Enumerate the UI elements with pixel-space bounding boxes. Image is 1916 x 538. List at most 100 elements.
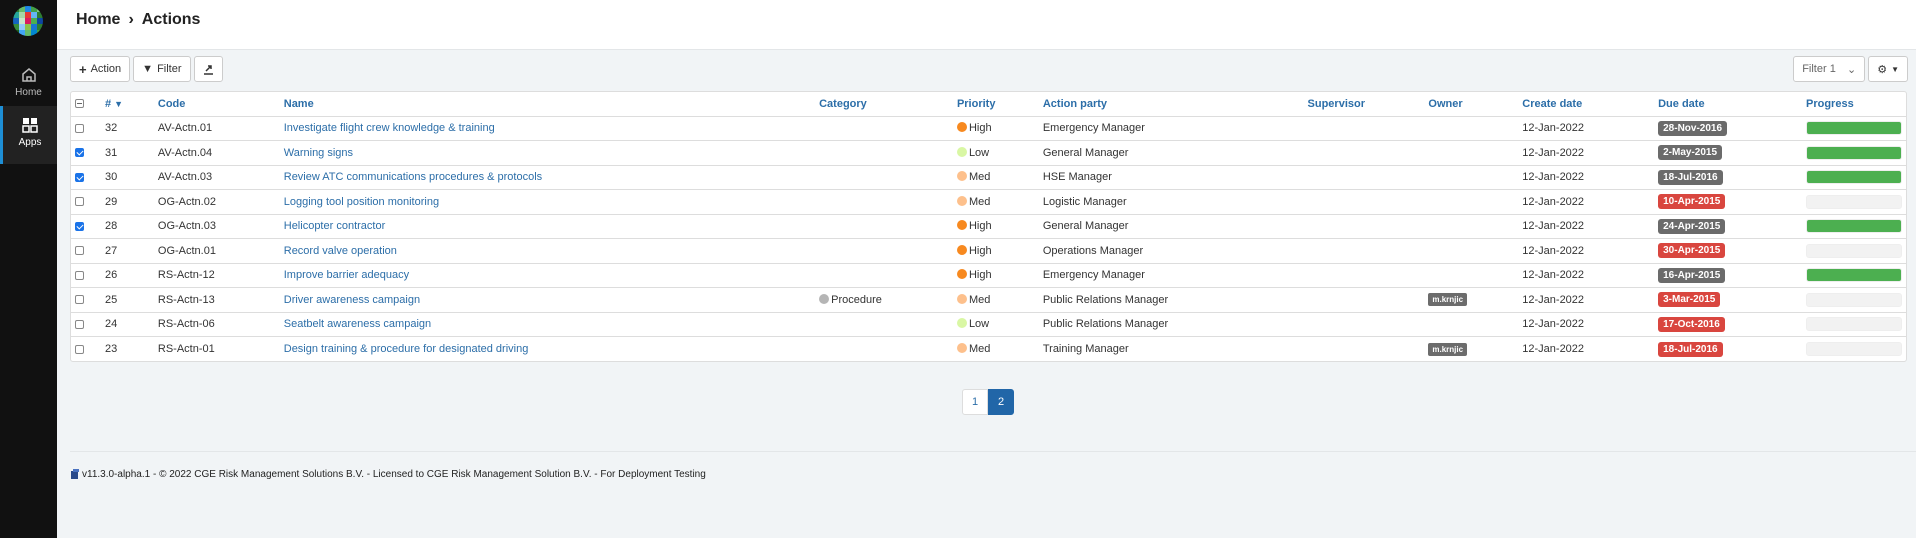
sidebar-item-apps[interactable]: Apps <box>0 106 57 164</box>
row-checkbox[interactable] <box>75 319 84 329</box>
action-supervisor <box>1303 189 1425 214</box>
action-party: Operations Manager <box>1038 238 1304 263</box>
table-row[interactable]: 31 AV-Actn.04 Warning signs Low General … <box>71 140 1906 165</box>
row-checkbox[interactable] <box>75 197 84 207</box>
page-2-button[interactable]: 2 <box>988 389 1014 415</box>
app-logo[interactable] <box>13 6 43 36</box>
page-header: Home › Actions <box>57 0 1916 50</box>
select-all-checkbox[interactable] <box>75 99 84 109</box>
column-header-code[interactable]: Code <box>154 92 280 116</box>
page-1-button[interactable]: 1 <box>962 389 988 415</box>
action-code: AV-Actn.03 <box>153 164 280 190</box>
table-row[interactable]: 27 OG-Actn.01 Record valve operation Hig… <box>71 238 1906 263</box>
breadcrumb-current: Actions <box>141 11 201 28</box>
row-checkbox[interactable] <box>75 246 84 256</box>
action-name-link[interactable]: Review ATC communications procedures & p… <box>284 171 542 183</box>
progress-bar <box>1806 292 1902 307</box>
action-priority: High <box>952 238 1039 263</box>
create-date: 12-Jan-2022 <box>1518 140 1655 165</box>
action-supervisor <box>1303 336 1425 361</box>
filter-select[interactable]: Filter 1 ⌄ <box>1793 56 1866 82</box>
action-category <box>815 336 953 361</box>
settings-button[interactable]: ⚙ ▼ <box>1868 56 1908 82</box>
progress-bar-fill <box>1807 122 1901 135</box>
row-checkbox[interactable] <box>75 344 84 354</box>
chevron-down-icon: ⌄ <box>1846 63 1857 76</box>
due-date-badge: 30-Apr-2015 <box>1658 243 1726 259</box>
actions-table: # ▼ Code Name Category Priority Action p… <box>70 91 1907 362</box>
row-checkbox[interactable] <box>75 221 84 231</box>
action-owner <box>1424 311 1519 337</box>
export-button[interactable] <box>193 56 223 82</box>
action-name-link[interactable]: Investigate flight crew knowledge & trai… <box>284 122 495 134</box>
row-checkbox[interactable] <box>75 148 84 158</box>
action-name-link[interactable]: Record valve operation <box>284 245 397 257</box>
breadcrumb: Home › Actions <box>76 11 200 29</box>
table-row[interactable]: 30 AV-Actn.03 Review ATC communications … <box>71 164 1906 190</box>
column-header-priority[interactable]: Priority <box>953 92 1039 116</box>
column-header-category[interactable]: Category <box>815 92 953 116</box>
action-name-link[interactable]: Helicopter contractor <box>284 220 386 232</box>
action-number: 25 <box>100 287 154 312</box>
action-number: 31 <box>100 140 154 165</box>
action-owner <box>1424 115 1519 141</box>
action-priority: Med <box>952 287 1039 312</box>
action-name-link[interactable]: Driver awareness campaign <box>284 294 420 306</box>
column-header-owner[interactable]: Owner <box>1424 92 1518 116</box>
priority-dot-icon <box>956 244 967 255</box>
action-party: Emergency Manager <box>1038 262 1304 288</box>
action-category <box>815 164 953 190</box>
action-name-link[interactable]: Logging tool position monitoring <box>284 196 439 208</box>
table-row[interactable]: 28 OG-Actn.03 Helicopter contractor High… <box>71 213 1906 239</box>
action-owner: m.krnjic <box>1424 336 1519 361</box>
table-row[interactable]: 29 OG-Actn.02 Logging tool position moni… <box>71 189 1906 214</box>
column-header-due-date[interactable]: Due date <box>1654 92 1802 116</box>
action-name-link[interactable]: Seatbelt awareness campaign <box>284 318 431 330</box>
table-row[interactable]: 25 RS-Actn-13 Driver awareness campaign … <box>71 287 1906 312</box>
row-checkbox[interactable] <box>75 295 84 305</box>
column-header-progress[interactable]: Progress <box>1802 92 1906 116</box>
action-name-link[interactable]: Improve barrier adequacy <box>284 269 409 281</box>
action-name-link[interactable]: Warning signs <box>284 147 353 159</box>
create-date: 12-Jan-2022 <box>1518 189 1655 214</box>
priority-dot-icon <box>956 269 967 280</box>
sidebar: Home Apps <box>0 0 57 538</box>
create-date: 12-Jan-2022 <box>1518 287 1655 312</box>
table-row[interactable]: 24 RS-Actn-06 Seatbelt awareness campaig… <box>71 311 1906 337</box>
action-code: OG-Actn.03 <box>153 213 280 239</box>
action-supervisor <box>1303 311 1425 337</box>
row-checkbox[interactable] <box>75 270 84 280</box>
table-row[interactable]: 23 RS-Actn-01 Design training & procedur… <box>71 336 1906 361</box>
breadcrumb-home[interactable]: Home <box>76 11 120 28</box>
due-date-badge: 18-Jul-2016 <box>1658 169 1723 185</box>
action-owner <box>1424 140 1519 165</box>
row-checkbox[interactable] <box>75 172 84 182</box>
column-header-create-date[interactable]: Create date <box>1518 92 1654 116</box>
action-party: Public Relations Manager <box>1038 311 1304 337</box>
progress-bar <box>1806 268 1902 283</box>
row-checkbox[interactable] <box>75 123 84 133</box>
column-header-action-party[interactable]: Action party <box>1039 92 1304 116</box>
progress-bar <box>1806 194 1902 209</box>
due-date-badge: 18-Jul-2016 <box>1658 341 1723 357</box>
column-header-supervisor[interactable]: Supervisor <box>1304 92 1425 116</box>
priority-dot-icon <box>956 195 967 206</box>
toolbar: + Action ▼ Filter <box>70 56 223 82</box>
column-header-name[interactable]: Name <box>280 92 815 116</box>
progress-bar <box>1806 317 1902 332</box>
table-row[interactable]: 26 RS-Actn-12 Improve barrier adequacy H… <box>71 262 1906 288</box>
action-priority: High <box>952 262 1039 288</box>
progress-bar <box>1806 342 1902 356</box>
progress-bar-fill <box>1807 146 1901 159</box>
action-category <box>815 238 953 263</box>
action-party: HSE Manager <box>1038 164 1304 190</box>
action-name-link[interactable]: Design training & procedure for designat… <box>284 343 529 355</box>
action-party: General Manager <box>1038 213 1304 239</box>
action-number: 32 <box>100 115 154 141</box>
add-action-button[interactable]: + Action <box>70 56 131 82</box>
action-priority: Med <box>952 164 1039 190</box>
table-row[interactable]: 32 AV-Actn.01 Investigate flight crew kn… <box>71 115 1906 141</box>
filter-button[interactable]: ▼ Filter <box>133 56 191 82</box>
sidebar-item-label: Apps <box>18 137 42 148</box>
column-header-num[interactable]: # ▼ <box>101 92 154 116</box>
